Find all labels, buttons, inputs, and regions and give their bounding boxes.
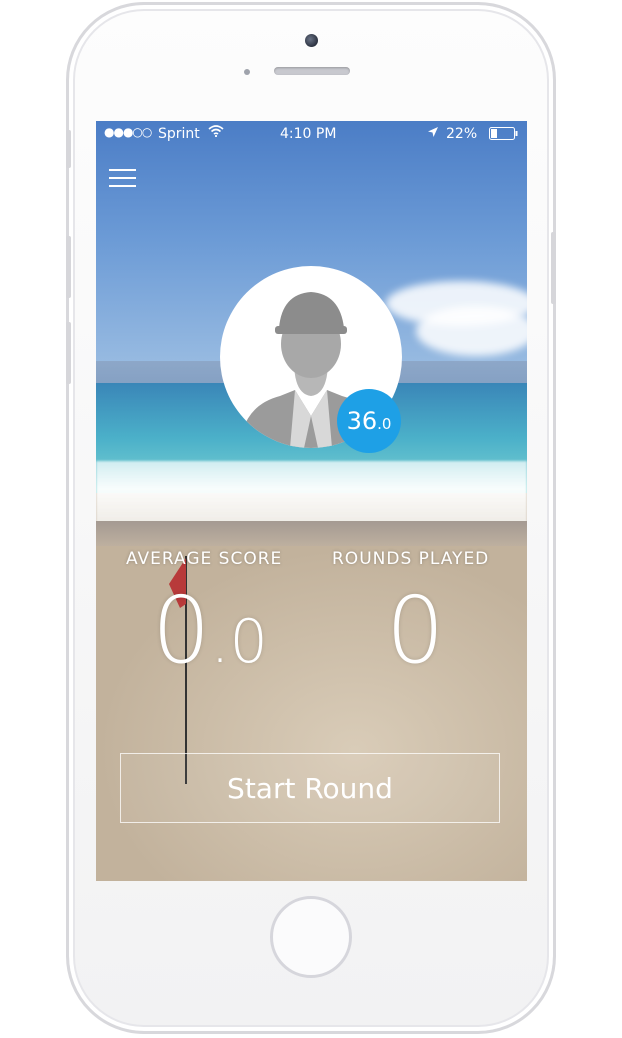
mute-switch: [66, 130, 71, 168]
average-score-decimal: .0: [210, 607, 268, 677]
rounds-played-value: 0: [386, 577, 445, 684]
volume-up-button: [66, 236, 71, 298]
home-button[interactable]: [270, 896, 352, 978]
rounds-played-label: ROUNDS PLAYED: [332, 549, 490, 569]
clock: 4:10 PM: [280, 126, 337, 142]
app-screen: ●●●○○ Sprint 4:10 PM 22% 36.0 AVERAGE SC…: [96, 121, 527, 881]
cloud: [416, 306, 527, 356]
average-score-main: 0: [152, 577, 211, 684]
battery-percent: 22%: [446, 126, 478, 142]
front-camera: [305, 34, 318, 47]
location-arrow-icon: [427, 126, 439, 142]
handicap-badge: 36.0: [337, 389, 401, 453]
wifi-icon: [208, 125, 224, 141]
carrier-label: Sprint: [158, 126, 200, 142]
start-round-button[interactable]: Start Round: [120, 753, 500, 823]
average-score-label: AVERAGE SCORE: [126, 549, 283, 569]
hamburger-menu-icon[interactable]: [109, 169, 136, 189]
handicap-value: 36: [346, 407, 378, 435]
volume-down-button: [66, 322, 71, 384]
proximity-sensor: [244, 69, 250, 75]
earpiece-speaker: [274, 67, 350, 75]
handicap-decimal: .0: [377, 415, 392, 433]
average-score-value: 0.0: [152, 577, 268, 684]
battery-icon: [489, 127, 519, 144]
signal-icon: ●●●○○: [104, 125, 152, 139]
status-bar: ●●●○○ Sprint 4:10 PM 22%: [96, 121, 527, 143]
power-button: [551, 232, 556, 304]
